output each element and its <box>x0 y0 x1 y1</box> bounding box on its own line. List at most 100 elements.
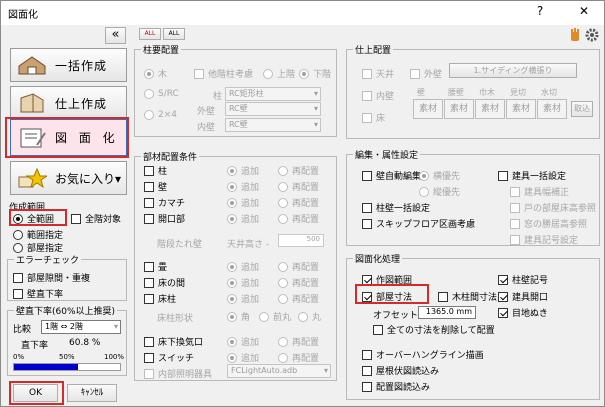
range-area-radio[interactable]: 範囲指定 <box>13 228 63 241</box>
close-button[interactable]: ✕ <box>569 4 599 18</box>
member-checkbox[interactable]: カマチ <box>144 196 185 209</box>
floor-checkbox[interactable]: 床 <box>362 111 385 124</box>
member-checkbox[interactable]: スイッチ <box>144 351 194 364</box>
sozai-button[interactable]: 素材 <box>475 99 505 119</box>
pillar-symbol-checkbox[interactable]: 柱壁記号 <box>498 273 548 286</box>
opening-checkbox[interactable]: 建具開口 <box>498 290 548 303</box>
outer-wall-checkbox[interactable]: 外壁 <box>410 67 442 80</box>
sozai-button[interactable]: 素材 <box>506 99 536 119</box>
scale-100: 100% <box>104 353 125 361</box>
ikkatsu-button[interactable]: 一括作成 <box>10 48 127 82</box>
gear-icon[interactable] <box>585 28 599 42</box>
eaves-checkbox[interactable]: 目地ぬき <box>498 306 548 319</box>
col-select[interactable]: RC矩形柱 <box>225 87 321 101</box>
member-reposition-radio[interactable]: 再配置 <box>278 351 319 364</box>
house-icon <box>17 54 47 76</box>
compare-label: 比較 <box>13 325 32 335</box>
siding-button[interactable]: 1.サイディング横張り <box>449 63 577 78</box>
wood-radio[interactable]: 木 <box>144 67 167 80</box>
member-reposition-radio[interactable]: 再配置 <box>278 260 319 273</box>
member-checkbox[interactable]: 床の間 <box>144 276 185 289</box>
member-reposition-radio[interactable]: 再配置 <box>278 276 319 289</box>
member-reposition-radio[interactable]: 再配置 <box>278 212 319 225</box>
cancel-button[interactable]: ｷｬﾝｾﾙ <box>67 384 117 402</box>
offset-input[interactable]: 1365.0 mm <box>418 306 476 319</box>
member-reposition-radio[interactable]: 再配置 <box>278 335 319 348</box>
favorite-button[interactable]: お気に入り▾ <box>10 161 127 195</box>
other-floor-checkbox[interactable]: 他階柱考慮 <box>194 67 253 80</box>
outer-label: 外壁 <box>197 107 216 117</box>
shiage-button[interactable]: 仕上作成 <box>10 86 127 120</box>
tenjo-label: 天井高さ - <box>227 240 270 250</box>
member-reposition-radio[interactable]: 再配置 <box>278 196 319 209</box>
roof-plan-checkbox[interactable]: 屋根伏図読込み <box>362 364 439 377</box>
member-add-radio[interactable]: 追加 <box>227 292 259 305</box>
sozai-button[interactable]: 素材 <box>413 99 443 119</box>
tenjo-input[interactable]: 500 <box>278 234 324 247</box>
member-checkbox[interactable]: 開口部 <box>144 212 185 225</box>
help-button[interactable]: ? <box>525 4 555 18</box>
wall-drop-checkbox[interactable]: 壁直下率 <box>13 287 63 300</box>
member-add-radio[interactable]: 追加 <box>227 196 259 209</box>
site-plan-checkbox[interactable]: 配置図読込み <box>362 380 430 393</box>
upper-radio[interactable]: 上階 <box>263 67 295 80</box>
reset-dims-checkbox[interactable]: 全ての寸法を削除して配置 <box>373 323 495 336</box>
member-add-radio[interactable]: 追加 <box>227 212 259 225</box>
member-checkbox[interactable]: 床柱 <box>144 292 176 305</box>
member-checkbox[interactable]: 壁 <box>144 180 167 193</box>
member-checkbox[interactable]: 柱 <box>144 164 167 177</box>
door-floor-checkbox[interactable]: 戸の部屋床高参照 <box>510 201 596 214</box>
collapse-button[interactable]: « <box>105 27 126 44</box>
lighting-checkbox[interactable]: 内部照明器具 <box>144 367 212 380</box>
remove-button[interactable]: 取込 <box>571 101 593 117</box>
ratio-bar-fill <box>14 364 79 370</box>
member-reposition-radio[interactable]: 再配置 <box>278 292 319 305</box>
lower-radio[interactable]: 下階 <box>299 67 331 80</box>
member-reposition-radio[interactable]: 再配置 <box>278 180 319 193</box>
compare-select[interactable]: 1階 ⇔ 2階 <box>41 320 121 334</box>
all-off-button[interactable]: ALL <box>163 28 185 40</box>
member-add-radio[interactable]: 追加 <box>227 164 259 177</box>
wall-icon <box>17 92 47 114</box>
lighting-select[interactable]: FCLightAuto.adb <box>227 364 331 378</box>
roof-checkbox[interactable]: 天井 <box>362 67 394 80</box>
member-add-radio[interactable]: 追加 <box>227 180 259 193</box>
all-on-button[interactable]: ALL <box>139 28 161 40</box>
skip-floor-checkbox[interactable]: スキップフロア区画考慮 <box>362 217 475 230</box>
dialog-window: 図面化 ? ✕ « 一括作成 仕上作成 図 面 化 お気に入り▾ 作成範囲 全範… <box>0 0 605 407</box>
member-add-radio[interactable]: 追加 <box>227 351 259 364</box>
title-bar: 図面化 ? ✕ <box>1 1 604 25</box>
finish-col-label: 巾木 <box>479 88 495 97</box>
maru-radio[interactable]: 丸 <box>298 310 321 323</box>
outer-select[interactable]: RC壁 <box>225 102 321 116</box>
kaku-radio[interactable]: 角 <box>227 310 250 323</box>
pillar-wall-checkbox[interactable]: 柱壁一括設定 <box>362 201 430 214</box>
vert-radio[interactable]: 縦優先 <box>419 185 460 198</box>
member-add-radio[interactable]: 追加 <box>227 276 259 289</box>
all-floors-checkbox[interactable]: 全階対象 <box>71 212 121 225</box>
wall-auto-checkbox[interactable]: 壁自動編集 <box>362 169 421 182</box>
member-reposition-radio[interactable]: 再配置 <box>278 164 319 177</box>
window-height-checkbox[interactable]: 窓の勝居高参照 <box>510 217 587 230</box>
member-checkbox[interactable]: 畳 <box>144 260 167 273</box>
inner-label: 内壁 <box>197 123 216 133</box>
src-radio[interactable]: S/RC <box>144 89 179 99</box>
inner-wall-checkbox[interactable]: 内壁 <box>362 89 394 102</box>
wood-dim-checkbox[interactable]: 木柱間寸法 <box>438 290 497 303</box>
room-gap-checkbox[interactable]: 部屋隙間・重複 <box>13 271 90 284</box>
hand-icon[interactable] <box>569 28 581 42</box>
maemaru-radio[interactable]: 前丸 <box>259 310 291 323</box>
highlight-room-dim <box>355 284 429 304</box>
sozai-button[interactable]: 素材 <box>444 99 474 119</box>
member-add-radio[interactable]: 追加 <box>227 335 259 348</box>
overhang-checkbox[interactable]: オーバーハングライン描画 <box>362 348 484 361</box>
two4-radio[interactable]: 2×4 <box>144 110 177 120</box>
tategu-symbol-checkbox[interactable]: 建具記号設定 <box>510 233 578 246</box>
member-checkbox[interactable]: 床下換気口 <box>144 335 203 348</box>
tategu-width-checkbox[interactable]: 建具幅補正 <box>510 185 569 198</box>
tategu-checkbox[interactable]: 建具一括設定 <box>498 169 566 182</box>
sozai-button[interactable]: 素材 <box>537 99 567 119</box>
member-add-radio[interactable]: 追加 <box>227 260 259 273</box>
inner-select[interactable]: RC壁 <box>225 118 321 132</box>
horiz-radio[interactable]: 横優先 <box>419 169 460 182</box>
